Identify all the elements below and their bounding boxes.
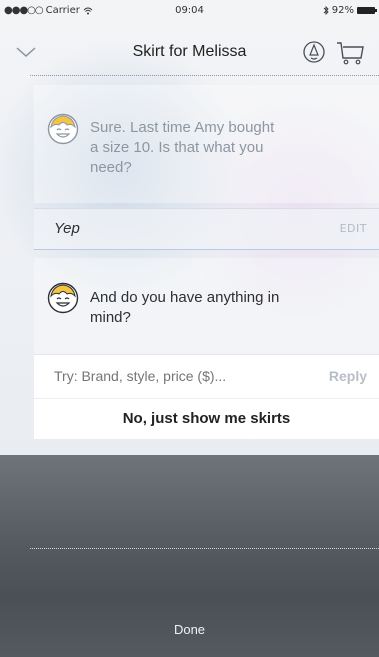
reply-input-row: Reply — [34, 354, 379, 399]
suggestion-row[interactable]: No, just show me skirts — [34, 398, 379, 439]
keyboard-area: Done — [0, 455, 379, 657]
bot-question-line: mind? — [90, 309, 131, 326]
user-answer-row: Yep EDIT — [34, 208, 379, 250]
battery-percent: 92% — [331, 5, 354, 16]
suggestion-button[interactable]: No, just show me skirts — [34, 410, 379, 427]
battery-icon — [357, 7, 377, 14]
bot-question-card: And do you have anything in mind? — [34, 258, 379, 354]
done-button[interactable]: Done — [0, 622, 379, 637]
profile-badge-icon[interactable] — [302, 40, 326, 64]
bot-message-line: need? — [90, 159, 132, 176]
bot-message-line: Sure. Last time Amy bought — [90, 119, 275, 136]
bluetooth-icon — [323, 6, 329, 15]
bot-message-line: a size 10. Is that what you — [90, 139, 264, 156]
user-answer-text: Yep — [54, 220, 80, 237]
header-divider — [30, 75, 379, 76]
assistant-smiley-icon — [47, 282, 79, 314]
reply-input[interactable] — [54, 368, 294, 384]
assistant-smiley-icon — [47, 113, 79, 145]
bot-message-card: Sure. Last time Amy bought a size 10. Is… — [34, 85, 379, 203]
reply-button[interactable]: Reply — [329, 368, 367, 384]
nav-bar: Skirt for Melissa — [0, 30, 379, 74]
keyboard-divider — [30, 548, 379, 549]
edit-answer-button[interactable]: EDIT — [340, 222, 367, 235]
cart-icon[interactable] — [335, 40, 365, 66]
status-bar: ●●●○○ Carrier 09:04 92% — [0, 0, 379, 22]
bot-question-line: And do you have anything in — [90, 289, 280, 306]
status-right: 92% — [323, 5, 377, 16]
